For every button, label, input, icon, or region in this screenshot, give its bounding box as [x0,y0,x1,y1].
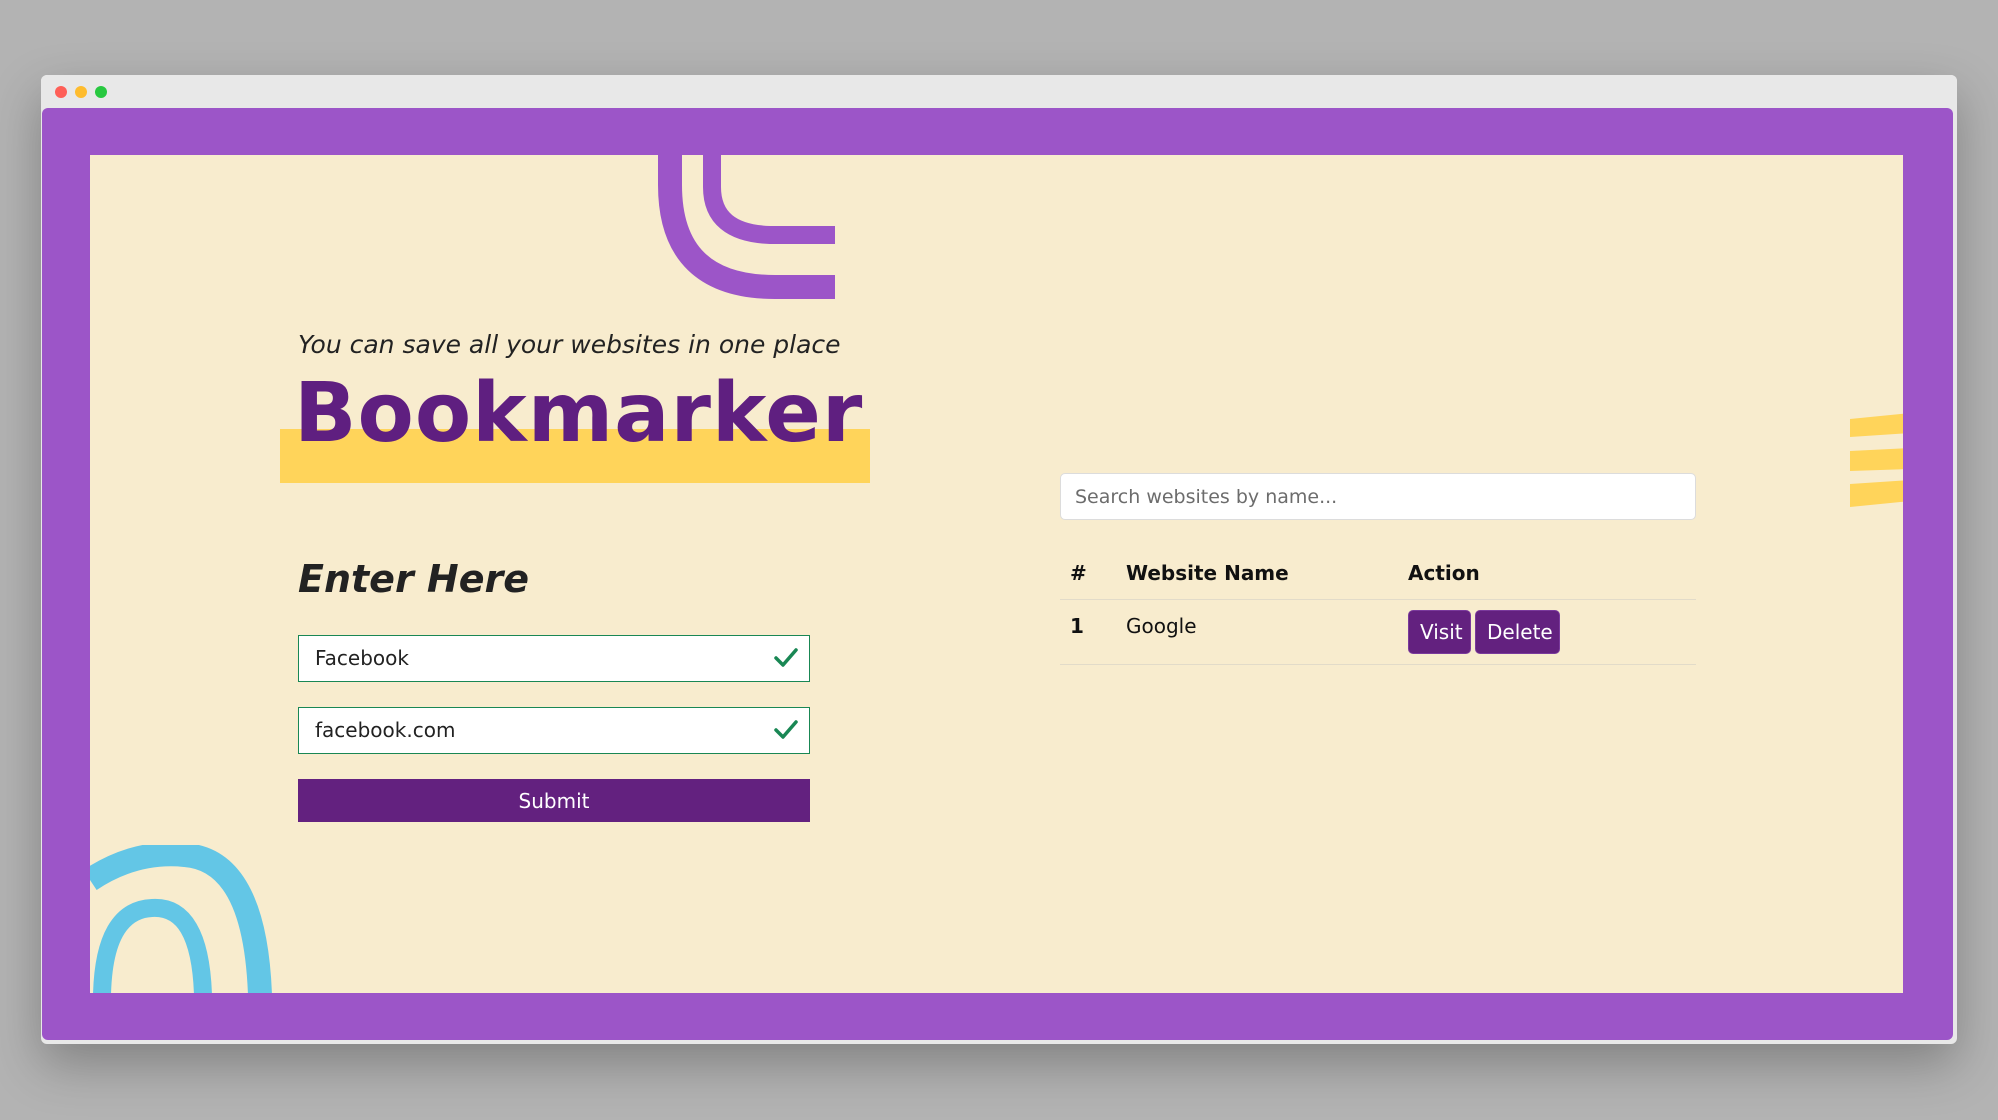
valid-check-icon [774,648,798,667]
search-input[interactable] [1061,474,1675,519]
site-name-field [298,635,810,682]
column-header-website-name: Website Name [1126,561,1289,585]
delete-button[interactable]: Delete [1475,610,1560,654]
site-url-input[interactable] [299,708,755,752]
purple-arc-decoration [658,155,835,299]
table-row: 1 Google Visit Delete [1060,600,1696,665]
submit-button[interactable]: Submit [298,779,810,822]
tagline: You can save all your websites in one pl… [298,330,841,359]
site-url-field [298,707,810,754]
minimize-window-button[interactable] [75,86,87,98]
browser-window: You can save all your websites in one pl… [41,75,1957,1044]
search-box [1060,473,1696,520]
close-window-button[interactable] [55,86,67,98]
column-header-number: # [1070,561,1087,585]
yellow-stripes-decoration [1850,413,1903,507]
bookmarks-table: # Website Name Action 1 Google Visit Del… [1060,547,1696,665]
site-name-input[interactable] [299,636,755,680]
window-titlebar [41,75,1957,107]
column-header-action: Action [1408,561,1480,585]
table-header-row: # Website Name Action [1060,547,1696,600]
row-website-name: Google [1126,614,1197,638]
page-frame: You can save all your websites in one pl… [42,108,1953,1040]
brand-title: Bookmarker [294,366,864,461]
page-canvas: You can save all your websites in one pl… [90,155,1903,993]
valid-check-icon [774,720,798,739]
visit-button[interactable]: Visit [1408,610,1471,654]
row-number: 1 [1070,614,1084,638]
form-title: Enter Here [298,557,530,601]
blue-arc-decoration [90,845,272,993]
maximize-window-button[interactable] [95,86,107,98]
